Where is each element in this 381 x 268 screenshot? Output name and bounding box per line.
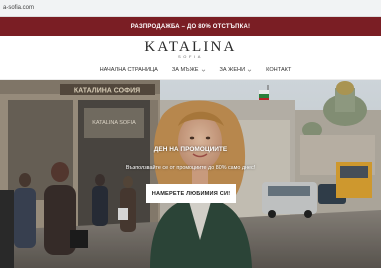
hero-cta-button[interactable]: НАМЕРЕТЕ ЛЮБИМИЯ СИ! — [146, 184, 236, 203]
nav-label: НАЧАЛНА СТРАНИЦА — [99, 67, 158, 73]
site-header: KATALINA SOFIA НАЧАЛНА СТРАНИЦА ЗА МЪЖЕ … — [0, 36, 381, 80]
hero-title: ДЕН НА ПРОМОЦИИТЕ — [153, 146, 228, 153]
page: a-sofia.com РАЗПРОДАЖБА – ДО 80% ОТСТЪПК… — [0, 0, 381, 268]
chevron-down-icon — [247, 69, 252, 72]
browser-address-bar[interactable]: a-sofia.com — [0, 0, 381, 17]
hero-banner: КАТАЛИНА СОФИЯ KATALINA SOFIA ДЕН НА ПРО… — [0, 80, 381, 268]
nav-label: КОНТАКТ — [266, 67, 292, 73]
hero-subtitle: Възползвайте се от промоциите до 80% сам… — [125, 165, 256, 171]
nav-label: ЗА ЖЕНИ — [219, 67, 246, 73]
nav-item-men[interactable]: ЗА МЪЖЕ — [172, 67, 206, 73]
logo-subtitle: SOFIA — [177, 54, 203, 59]
nav-item-women[interactable]: ЗА ЖЕНИ — [220, 67, 253, 73]
address-text: a-sofia.com — [3, 5, 35, 11]
promo-banner: РАЗПРОДАЖБА – ДО 80% ОТСТЪПКА! — [0, 17, 381, 36]
chevron-down-icon — [201, 69, 205, 72]
promo-text: РАЗПРОДАЖБА – ДО 80% ОТСТЪПКА! — [130, 23, 251, 30]
nav-item-contact[interactable]: КОНТАКТ — [266, 67, 291, 73]
main-nav: НАЧАЛНА СТРАНИЦА ЗА МЪЖЕ ЗА ЖЕНИ КОНТАКТ — [0, 65, 381, 75]
nav-label: ЗА МЪЖЕ — [171, 67, 199, 73]
hero-photo: КАТАЛИНА СОФИЯ KATALINA SOFIA — [0, 80, 381, 268]
nav-item-home[interactable]: НАЧАЛНА СТРАНИЦА — [100, 67, 158, 73]
